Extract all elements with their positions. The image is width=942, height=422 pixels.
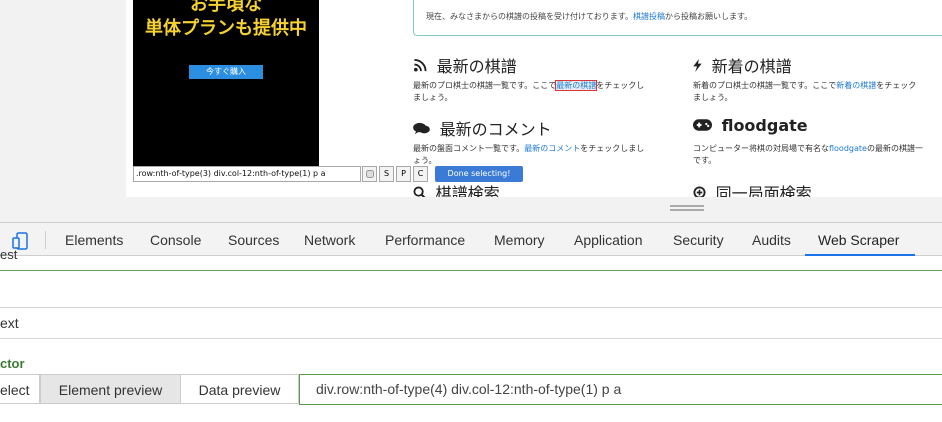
select-button[interactable]: elect <box>0 374 40 404</box>
resize-handle[interactable] <box>670 205 704 211</box>
rss-icon <box>413 57 433 76</box>
tab-performance[interactable]: Performance <box>385 223 465 256</box>
new-kifu-link[interactable]: 新着の棋譜 <box>836 81 876 90</box>
tab-sources[interactable]: Sources <box>228 223 279 256</box>
tab-audits[interactable]: Audits <box>752 223 791 256</box>
selector-path-display: .row:nth-of-type(3) div.col-12:nth-of-ty… <box>133 166 361 182</box>
form-label-row3: ext <box>0 315 19 331</box>
section-title-text: 新着の棋譜 <box>711 57 792 76</box>
select-button-label: elect <box>0 382 30 398</box>
kifu-post-link[interactable]: 棋譜投稿 <box>633 12 665 21</box>
section-title-floodgate[interactable]: floodgate <box>693 116 808 135</box>
form-field-border <box>0 270 942 271</box>
element-preview-label: Element preview <box>58 382 163 398</box>
form-divider <box>0 338 942 339</box>
notice-box: 現在、みなさまからの棋譜の投稿を受け付けております。棋譜投稿から投稿お願いします… <box>413 0 942 36</box>
section-desc-floodgate: コンピューター将棋の対局場で有名なfloodgateの最新の棋譜一 です。 <box>693 143 942 167</box>
desc-text: コンピューター将棋の対局場で有名な <box>693 144 829 153</box>
desc-text-line2: ょう。 <box>413 156 437 165</box>
gamepad-icon <box>693 116 718 135</box>
ad-subheadline: 単体プランも提供中 <box>145 18 307 39</box>
data-preview-button[interactable]: Data preview <box>181 374 299 404</box>
resize-gutter <box>126 197 942 222</box>
select-s-button[interactable]: S <box>379 166 394 182</box>
section-title-text: floodgate <box>721 116 808 135</box>
select-p-button[interactable]: P <box>396 166 411 182</box>
active-tab-indicator <box>805 254 915 256</box>
desc-text-line2: です。 <box>693 156 717 165</box>
desc-text-after: をチェックし <box>596 81 645 90</box>
tab-application[interactable]: Application <box>574 223 643 256</box>
section-desc-new-kifu: 新着のプロ棋士の棋譜一覧です。ここで新着の棋譜をチェック ましょう。 <box>693 80 942 104</box>
browser-viewport: お手頃な 単体プランも提供中 今すぐ購入 現在、みなさまからの棋譜の投稿を受け付… <box>0 0 942 222</box>
desc-text-line2: ましょう。 <box>413 93 453 102</box>
tab-security[interactable]: Security <box>673 223 724 256</box>
tab-separator <box>45 231 46 249</box>
bolt-icon <box>693 57 708 76</box>
section-desc-latest-kifu: 最新のプロ棋士の棋譜一覧です。ここで最新の棋譜をチェックし ましょう。 <box>413 80 678 104</box>
desc-text: 新着のプロ棋士の棋譜一覧です。ここで <box>693 81 837 90</box>
select-c-button[interactable]: C <box>413 166 428 182</box>
form-divider <box>0 307 942 308</box>
section-title-latest-kifu[interactable]: 最新の棋譜 <box>413 53 517 77</box>
notice-text-after: から投稿お願いします。 <box>664 12 753 21</box>
tab-console[interactable]: Console <box>150 223 201 256</box>
section-title-new-kifu[interactable]: 新着の棋譜 <box>693 53 792 77</box>
tab-memory[interactable]: Memory <box>494 223 545 256</box>
desc-text-line2: ましょう。 <box>693 93 733 102</box>
section-desc-latest-comments: 最新の盤面コメント一覧です。最新のコメントをチェックしまし ょう。 <box>413 143 678 167</box>
desc-text-after: をチェックしまし <box>580 144 645 153</box>
latest-kifu-link[interactable]: 最新の棋譜 <box>555 80 598 91</box>
desc-text: 最新のプロ棋士の棋譜一覧です。ここで <box>413 81 557 90</box>
tab-web-scraper[interactable]: Web Scraper <box>818 223 899 256</box>
latest-comments-link[interactable]: 最新のコメント <box>524 144 580 153</box>
ad-banner[interactable]: お手頃な 単体プランも提供中 今すぐ購入 <box>133 0 319 166</box>
selector-input[interactable]: div.row:nth-of-type(4) div.col-12:nth-of… <box>299 374 942 405</box>
comments-icon <box>413 120 436 139</box>
device-toolbar-icon[interactable] <box>12 232 30 250</box>
floodgate-link[interactable]: floodgate <box>829 144 867 153</box>
notice-text: 現在、みなさまからの棋譜の投稿を受け付けております。 <box>426 12 633 21</box>
devtools-tab-bar: Elements Console Sources Network Perform… <box>0 222 942 256</box>
element-preview-button[interactable]: Element preview <box>40 374 181 404</box>
section-title-latest-comments[interactable]: 最新のコメント <box>413 116 552 140</box>
tab-network[interactable]: Network <box>304 223 355 256</box>
tab-elements[interactable]: Elements <box>65 223 123 256</box>
toggle-checkbox-button[interactable] <box>362 166 377 182</box>
section-title-text: 最新のコメント <box>439 120 552 139</box>
done-selecting-button[interactable]: Done selecting! <box>435 166 523 182</box>
desc-text-after: の最新の棋譜一 <box>866 144 923 153</box>
form-label-row1: est <box>0 247 18 262</box>
data-preview-label: Data preview <box>198 382 281 398</box>
buy-now-button[interactable]: 今すぐ購入 <box>189 65 263 79</box>
desc-text-after: をチェック <box>876 81 917 90</box>
section-title-text: 最新の棋譜 <box>436 57 517 76</box>
selector-label: ctor <box>0 356 25 371</box>
desc-text: 最新の盤面コメント一覧です。 <box>413 144 525 153</box>
